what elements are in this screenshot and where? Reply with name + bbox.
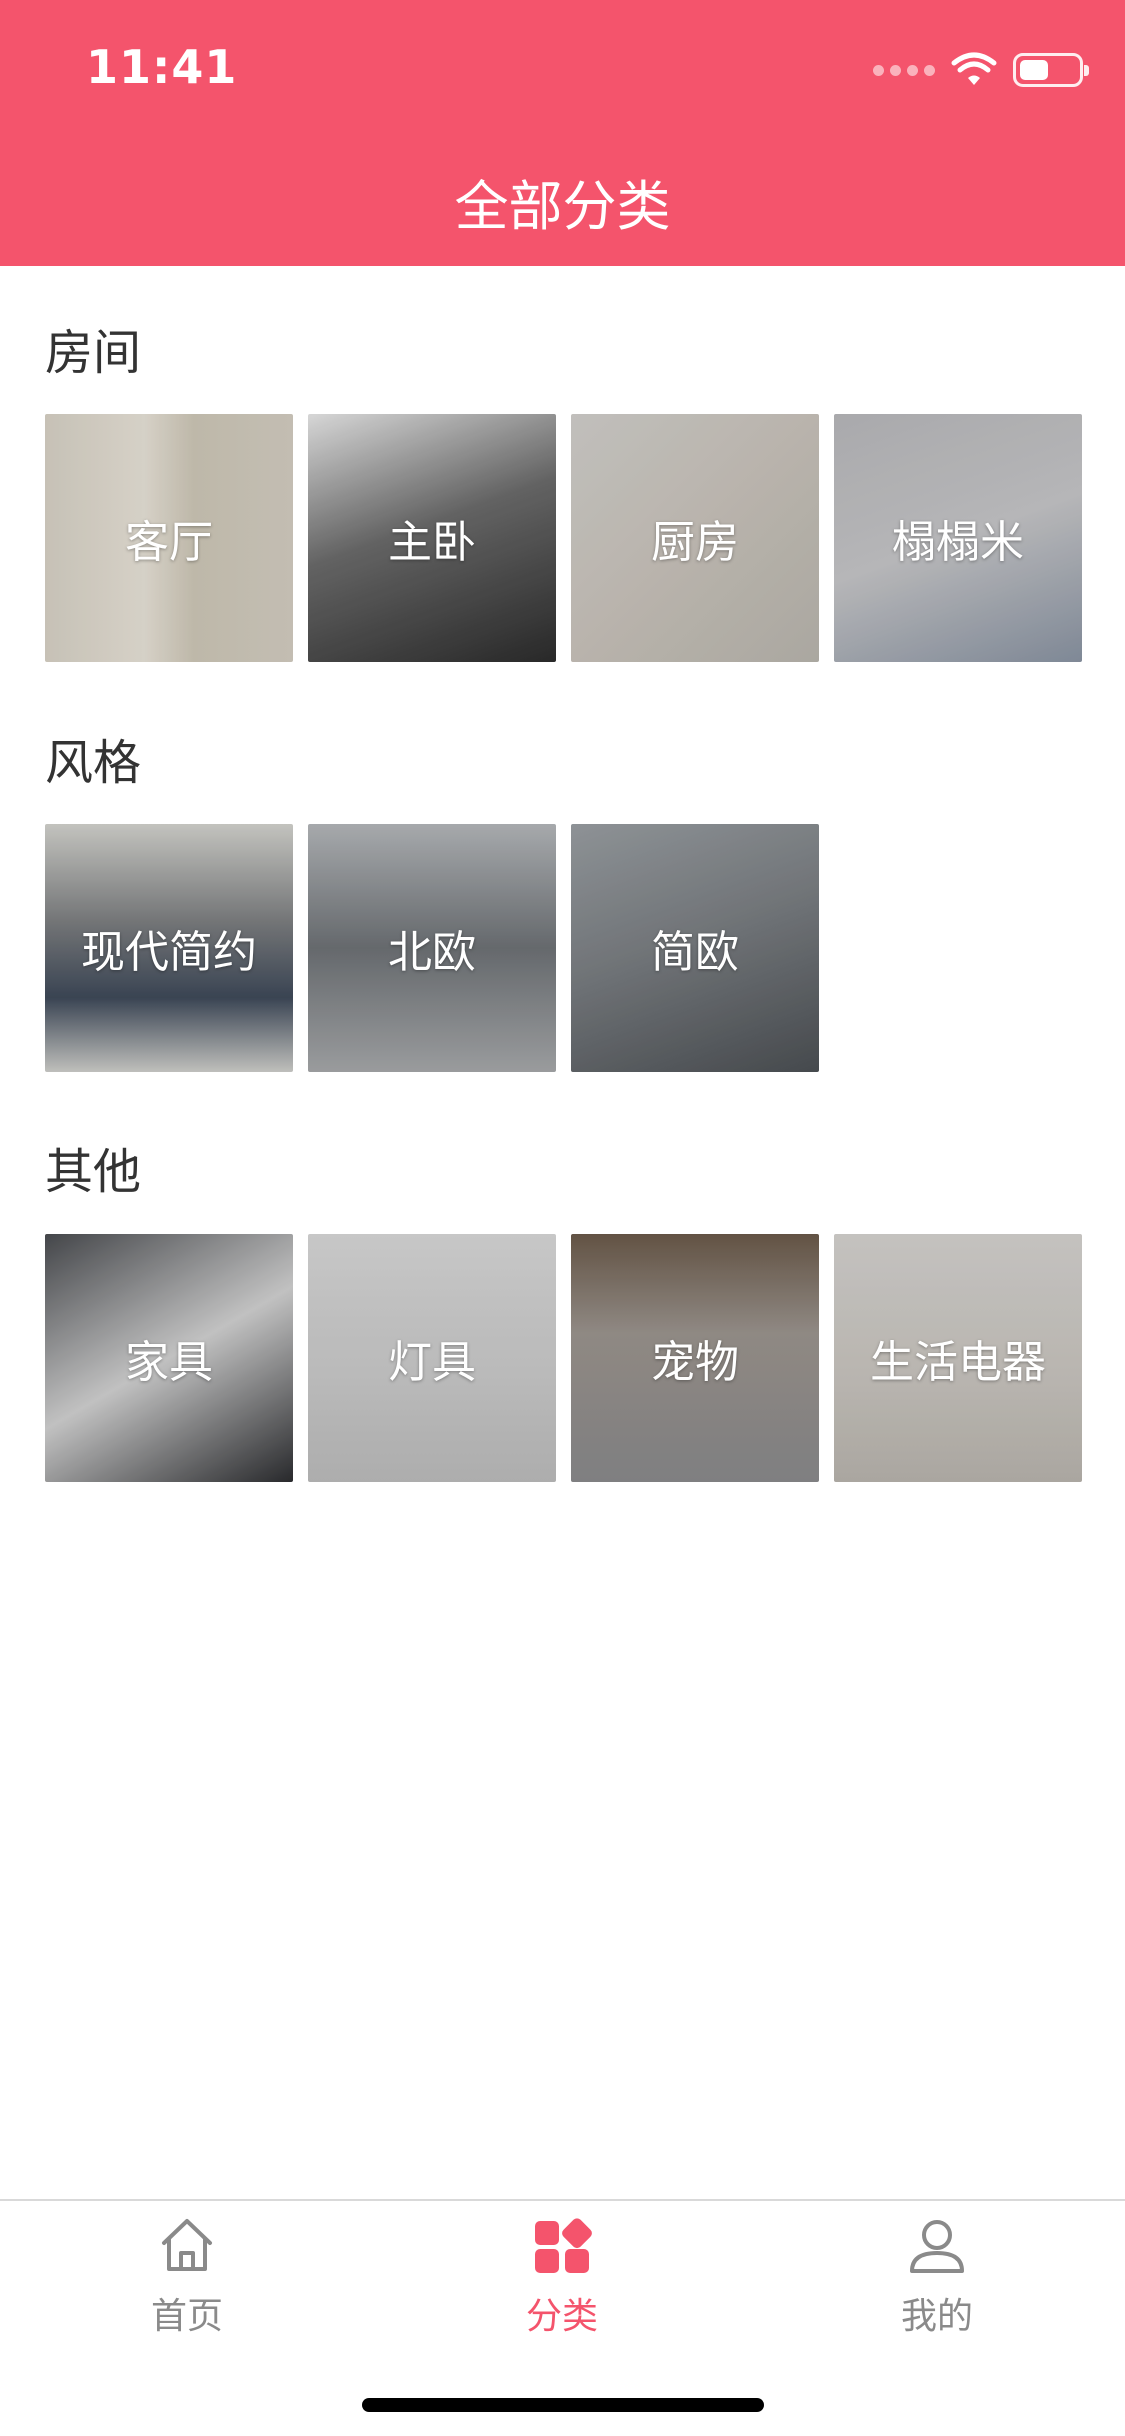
category-label: 现代简约: [81, 927, 257, 978]
category-tile[interactable]: 主卧: [308, 414, 556, 662]
section-grid-other: 家具 灯具 宠物 生活电器: [45, 1234, 1082, 1482]
signal-icon: [873, 64, 935, 76]
home-indicator[interactable]: [362, 2398, 764, 2412]
category-tile[interactable]: 榻榻米: [834, 414, 1082, 662]
category-tile[interactable]: 简欧: [571, 824, 819, 1072]
category-label: 厨房: [651, 517, 739, 568]
tab-category[interactable]: 分类: [462, 2213, 662, 2339]
category-label: 生活电器: [870, 1337, 1046, 1388]
category-label: 北欧: [388, 927, 476, 978]
section-grid-style: 现代简约 北欧 简欧: [45, 824, 819, 1072]
category-label: 简欧: [651, 927, 739, 978]
category-tile[interactable]: 厨房: [571, 414, 819, 662]
category-label: 榻榻米: [892, 517, 1024, 568]
category-tile[interactable]: 宠物: [571, 1234, 819, 1482]
status-time: 11:41: [86, 40, 238, 94]
category-label: 主卧: [388, 517, 476, 568]
status-icons: [873, 52, 1089, 88]
section-grid-rooms: 客厅 主卧 厨房 榻榻米: [45, 414, 1082, 662]
user-icon: [910, 2220, 964, 2273]
home-icon: [162, 2219, 212, 2271]
category-label: 宠物: [651, 1337, 739, 1388]
category-tile[interactable]: 现代简约: [45, 824, 293, 1072]
battery-icon: [1013, 53, 1089, 87]
tab-label: 首页: [150, 2296, 223, 2337]
page-title: 全部分类: [454, 175, 671, 238]
section-title-rooms: 房间: [45, 325, 142, 381]
section-title-other: 其他: [45, 1144, 142, 1200]
category-tile[interactable]: 客厅: [45, 414, 293, 662]
header-bar: 11:41 全部分类: [0, 0, 1125, 266]
category-tile[interactable]: 生活电器: [834, 1234, 1082, 1482]
category-tile[interactable]: 家具: [45, 1234, 293, 1482]
tab-profile[interactable]: 我的: [837, 2213, 1037, 2339]
section-title-style: 风格: [45, 735, 142, 791]
category-label: 客厅: [125, 517, 213, 568]
category-tile[interactable]: 北欧: [308, 824, 556, 1072]
category-icon: [535, 2218, 592, 2273]
category-label: 家具: [125, 1337, 213, 1388]
tab-label: 分类: [525, 2296, 598, 2337]
wifi-icon: [951, 52, 997, 85]
category-label: 灯具: [388, 1337, 476, 1388]
tab-home[interactable]: 首页: [87, 2213, 287, 2339]
tab-label: 我的: [900, 2296, 973, 2337]
category-tile[interactable]: 灯具: [308, 1234, 556, 1482]
